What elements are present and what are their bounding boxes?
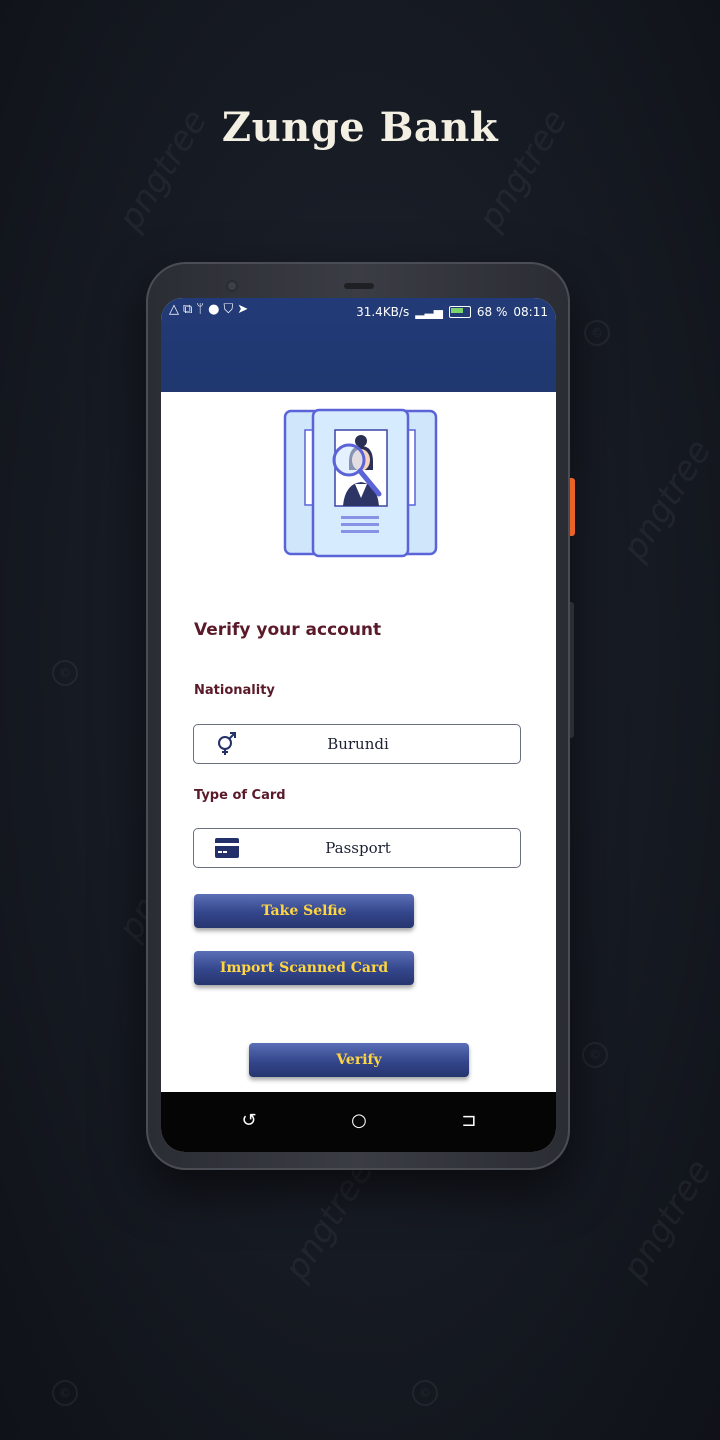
speaker-grille bbox=[344, 283, 374, 289]
signal-icon: ▂▃▅ bbox=[415, 305, 443, 319]
card-type-label: Type of Card bbox=[194, 788, 286, 803]
watermark-copyright-icon: © bbox=[52, 1380, 78, 1406]
battery-icon bbox=[448, 306, 471, 318]
id-verification-illustration bbox=[283, 408, 438, 558]
page-title: Verify your account bbox=[194, 620, 382, 640]
card-type-value: Passport bbox=[325, 839, 391, 857]
home-icon[interactable]: ○ bbox=[348, 1110, 370, 1132]
shield-icon: ⛉ bbox=[223, 302, 234, 317]
watermark-copyright-icon: © bbox=[52, 660, 78, 686]
telegram-icon: ➤ bbox=[237, 302, 249, 317]
volume-button bbox=[570, 602, 574, 738]
watermark: pngtree bbox=[276, 1152, 382, 1288]
network-speed: 31.4KB/s bbox=[356, 305, 410, 319]
status-bar: △ ⧉ ᛘ ● ⛉ ➤ 31.4KB/s ▂▃▅ 68 % 08:11 bbox=[161, 298, 556, 326]
nationality-value: Burundi bbox=[327, 735, 389, 753]
power-button bbox=[570, 478, 575, 536]
verify-button[interactable]: Verify bbox=[249, 1043, 469, 1077]
take-selfie-button[interactable]: Take Selfie bbox=[194, 894, 414, 928]
warning-icon: △ bbox=[169, 302, 179, 317]
notification-icons: △ ⧉ ᛘ ● ⛉ ➤ bbox=[169, 302, 248, 317]
usb-icon: ᛘ bbox=[196, 302, 205, 317]
watermark-copyright-icon: © bbox=[582, 1042, 608, 1068]
watermark: pngtree bbox=[614, 432, 720, 568]
watermark-copyright-icon: © bbox=[412, 1380, 438, 1406]
cast-icon: ⧉ bbox=[183, 302, 193, 317]
watermark-copyright-icon: © bbox=[584, 320, 610, 346]
nationality-label: Nationality bbox=[194, 683, 275, 698]
battery-level: 68 % bbox=[476, 305, 508, 319]
circle-icon: ● bbox=[208, 302, 220, 317]
system-navigation-bar: ↺ ○ ⊐ bbox=[161, 1092, 556, 1152]
card-type-field[interactable]: Passport bbox=[193, 828, 521, 868]
import-scanned-card-button[interactable]: Import Scanned Card bbox=[194, 951, 414, 985]
front-camera bbox=[226, 280, 238, 292]
brand-title: Zunge Bank bbox=[221, 104, 499, 151]
clock: 08:11 bbox=[513, 305, 548, 319]
app-header: △ ⧉ ᛘ ● ⛉ ➤ 31.4KB/s ▂▃▅ 68 % 08:11 bbox=[161, 298, 556, 392]
nationality-field[interactable]: Burundi bbox=[193, 724, 521, 764]
back-icon[interactable]: ↺ bbox=[238, 1110, 260, 1132]
system-indicators: 31.4KB/s ▂▃▅ 68 % 08:11 bbox=[356, 305, 548, 319]
watermark: pngtree bbox=[614, 1152, 720, 1288]
phone-screen: △ ⧉ ᛘ ● ⛉ ➤ 31.4KB/s ▂▃▅ 68 % 08:11 Veri… bbox=[161, 298, 556, 1152]
recents-icon[interactable]: ⊐ bbox=[458, 1110, 480, 1132]
